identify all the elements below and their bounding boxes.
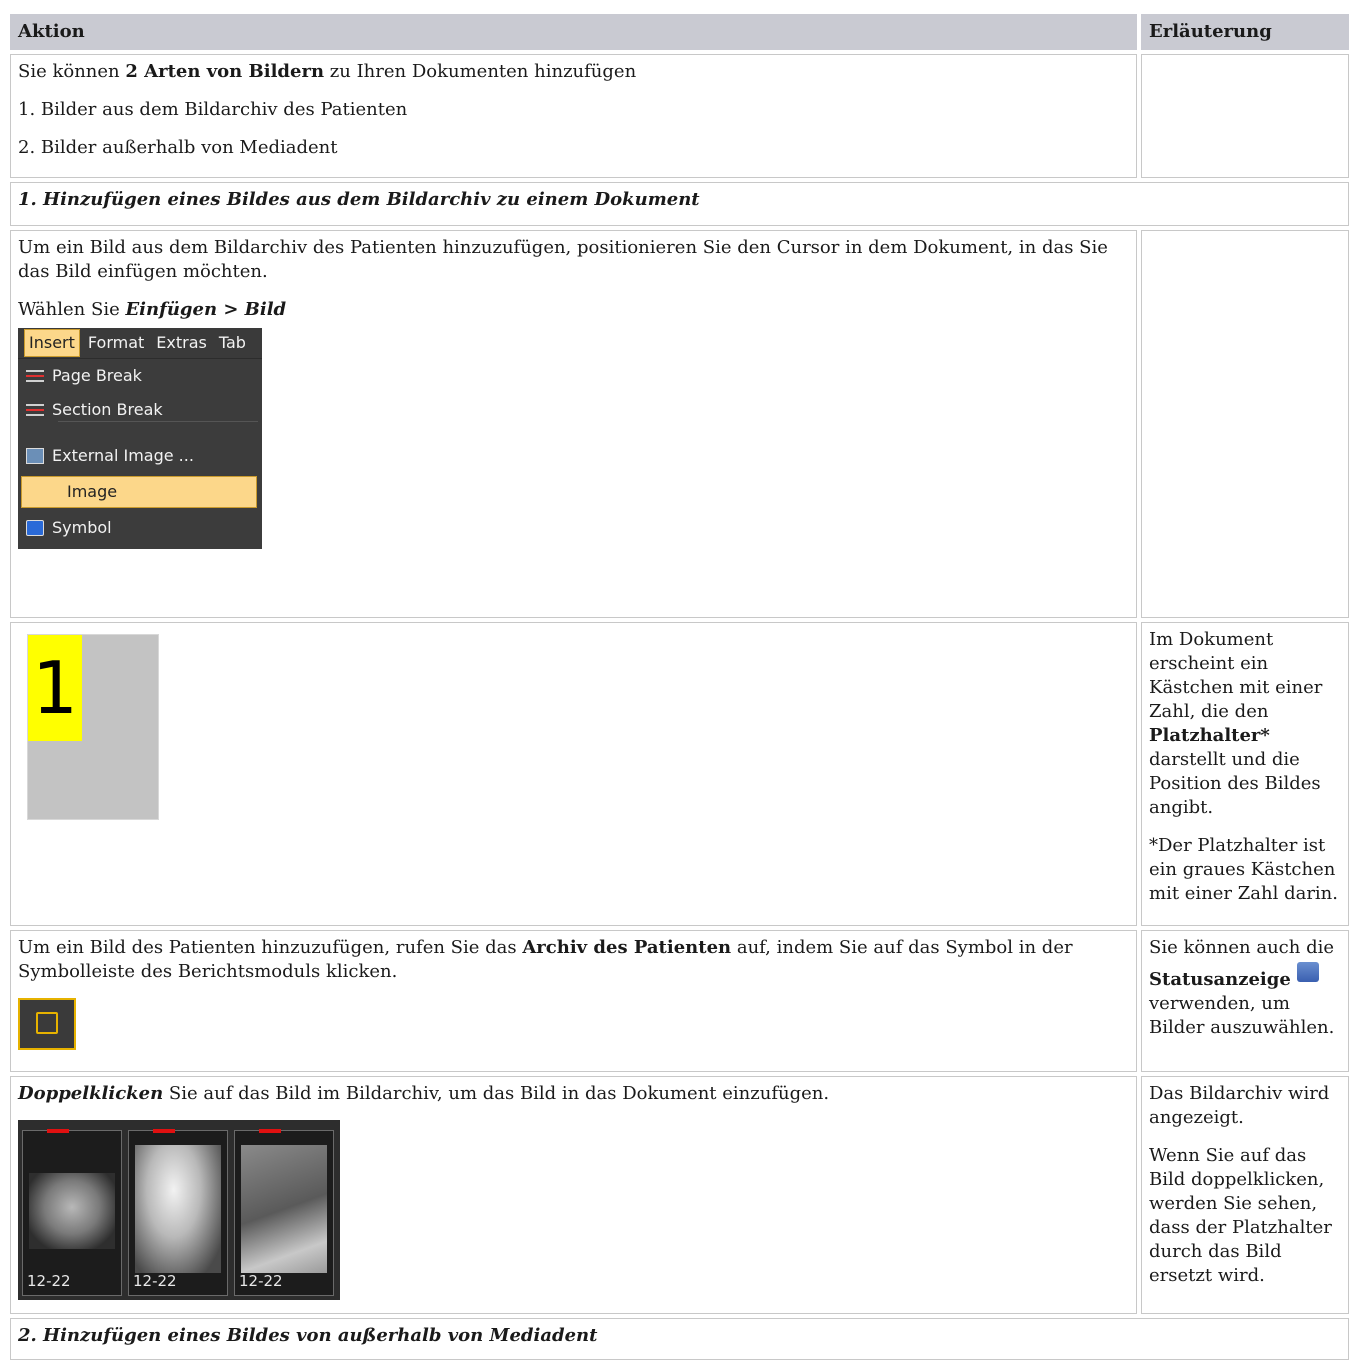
step4-explain-cell: Das Bildarchiv wird angezeigt. Wenn Sie …	[1141, 1076, 1349, 1314]
intro-cell: Sie können 2 Arten von Bildern zu Ihren …	[10, 54, 1137, 178]
thumbnail-marker	[47, 1129, 69, 1133]
placeholder-number: 1	[28, 635, 82, 741]
table-row: Um ein Bild aus dem Bildarchiv des Patie…	[10, 230, 1349, 618]
table-row: Um ein Bild des Patienten hinzuzufügen, …	[10, 930, 1349, 1072]
archive-icon	[36, 1012, 58, 1034]
intro-item-1: 1. Bilder aus dem Bildarchiv des Patient…	[18, 99, 408, 120]
intro-text: Sie können 2 Arten von Bildern zu Ihren …	[18, 60, 1129, 84]
intro-prefix: Sie können	[18, 61, 126, 82]
header-action: Aktion	[10, 14, 1137, 50]
archive-thumbnail[interactable]: 12-22	[234, 1129, 334, 1296]
step1-cell: Um ein Bild aus dem Bildarchiv des Patie…	[10, 230, 1137, 618]
step1-choose: Wählen Sie Einfügen > Bild	[18, 298, 1129, 322]
menu-item-label: Section Break	[52, 400, 163, 419]
menu-item-image[interactable]: Image	[21, 476, 257, 508]
step3-explain-cell: Sie können auch die Statusanzeige verwen…	[1141, 930, 1349, 1072]
thumbnail-marker	[259, 1129, 281, 1133]
step4-explain-2: Wenn Sie auf das Bild doppelklicken, wer…	[1149, 1145, 1332, 1286]
page-break-icon	[26, 368, 44, 384]
xray-image	[135, 1145, 221, 1273]
step2-explain-cell: Im Dokument erscheint ein Kästchen mit e…	[1141, 622, 1349, 926]
step2-explain-1b: darstellt und die Position des Bildes an…	[1149, 749, 1321, 818]
menu-item-label: Symbol	[52, 518, 112, 537]
step3-text-bold: Archiv des Patienten	[522, 937, 732, 958]
header-explanation: Erläuterung	[1141, 14, 1349, 50]
table-row: 1 Im Dokument erscheint ein Kästchen mit…	[10, 622, 1349, 926]
menu-item-page-break[interactable]: Page Break	[26, 360, 142, 392]
intro-suffix: zu Ihren Dokumenten hinzufügen	[324, 61, 637, 82]
step3-explain-a: Sie können auch die	[1149, 937, 1335, 958]
menu-item-external-image[interactable]: External Image ...	[26, 440, 194, 472]
step1-choose-prefix: Wählen Sie	[18, 299, 126, 320]
step3-cell: Um ein Bild des Patienten hinzuzufügen, …	[10, 930, 1137, 1072]
xray-image	[241, 1145, 327, 1273]
menu-item-label: Page Break	[52, 366, 142, 385]
step3-explain-line: Statusanzeige	[1149, 962, 1341, 992]
intro-bold: 2 Arten von Bildern	[125, 61, 325, 82]
menu-tab[interactable]: Tab	[215, 330, 250, 356]
archive-thumbnail[interactable]: 12-22	[128, 1129, 228, 1296]
patient-archive-button[interactable]	[18, 998, 76, 1050]
symbol-icon	[26, 520, 44, 536]
image-placeholder: 1	[27, 634, 159, 820]
intro-item-2: 2. Bilder außerhalb von Mediadent	[18, 137, 338, 158]
step1-text: Um ein Bild aus dem Bildarchiv des Patie…	[18, 237, 1108, 282]
section-row: 1. Hinzufügen eines Bildes aus dem Bilda…	[10, 182, 1349, 226]
thumbnail-label: 12-22	[133, 1272, 177, 1290]
step2-explain-1: Im Dokument erscheint ein Kästchen mit e…	[1149, 628, 1341, 820]
step3-text-a: Um ein Bild des Patienten hinzuzufügen, …	[18, 937, 523, 958]
step4-cell: Doppelklicken Sie auf das Bild im Bildar…	[10, 1076, 1137, 1314]
intro-explain-cell	[1141, 54, 1349, 178]
table-header-row: Aktion Erläuterung	[10, 14, 1349, 50]
menu-bar: Insert Format Extras Tab	[18, 328, 262, 359]
menu-item-symbol[interactable]: Symbol	[26, 512, 112, 544]
step2-cell: 1	[10, 622, 1137, 926]
step2-explain-2: *Der Platzhalter ist ein graues Kästchen…	[1149, 835, 1338, 904]
thumbnail-label: 12-22	[27, 1272, 71, 1290]
instruction-table: Aktion Erläuterung Sie können 2 Arten vo…	[6, 10, 1353, 1364]
section-2-title-text: 2. Hinzufügen eines Bildes von außerhalb…	[18, 1325, 598, 1346]
archive-thumbnail[interactable]: 12-22	[22, 1129, 122, 1296]
thumbnail-marker	[153, 1129, 175, 1133]
section-1-title: 1. Hinzufügen eines Bildes aus dem Bilda…	[10, 182, 1349, 226]
external-image-icon	[26, 448, 44, 464]
menu-separator	[58, 421, 258, 422]
insert-menu-screenshot: Insert Format Extras Tab Page Break Sect…	[18, 328, 262, 549]
step1-explain-cell	[1141, 230, 1349, 618]
step2-explain-1a: Im Dokument erscheint ein Kästchen mit e…	[1149, 629, 1323, 722]
step4-explain-1: Das Bildarchiv wird angezeigt.	[1149, 1083, 1330, 1128]
step3-explain-bold: Statusanzeige	[1149, 969, 1291, 990]
menu-item-label: Image	[67, 482, 118, 501]
step4-text: Doppelklicken Sie auf das Bild im Bildar…	[18, 1082, 1129, 1106]
menu-insert[interactable]: Insert	[24, 329, 80, 357]
section-1-title-text: 1. Hinzufügen eines Bildes aus dem Bilda…	[18, 189, 700, 210]
section-break-icon	[26, 402, 44, 418]
step2-explain-bold: Platzhalter*	[1149, 725, 1270, 746]
section-2-title: 2. Hinzufügen eines Bildes von außerhalb…	[10, 1318, 1349, 1360]
table-row: Doppelklicken Sie auf das Bild im Bildar…	[10, 1076, 1349, 1314]
step3-text: Um ein Bild des Patienten hinzuzufügen, …	[18, 936, 1129, 984]
section-row: 2. Hinzufügen eines Bildes von außerhalb…	[10, 1318, 1349, 1360]
table-row: Sie können 2 Arten von Bildern zu Ihren …	[10, 54, 1349, 178]
thumbnail-label: 12-22	[239, 1272, 283, 1290]
menu-extras[interactable]: Extras	[152, 330, 211, 356]
xray-image	[29, 1173, 115, 1249]
step4-text-bold: Doppelklicken	[18, 1083, 164, 1104]
menu-item-label: External Image ...	[52, 446, 194, 465]
image-archive-strip: 12-22 12-22 12-22	[18, 1120, 340, 1300]
step3-explain-b: verwenden, um Bilder auszuwählen.	[1149, 993, 1335, 1038]
step1-choose-bold: Einfügen > Bild	[125, 299, 287, 320]
status-display-icon	[1296, 962, 1319, 982]
step4-text-rest: Sie auf das Bild im Bildarchiv, um das B…	[163, 1083, 830, 1104]
menu-format[interactable]: Format	[84, 330, 148, 356]
